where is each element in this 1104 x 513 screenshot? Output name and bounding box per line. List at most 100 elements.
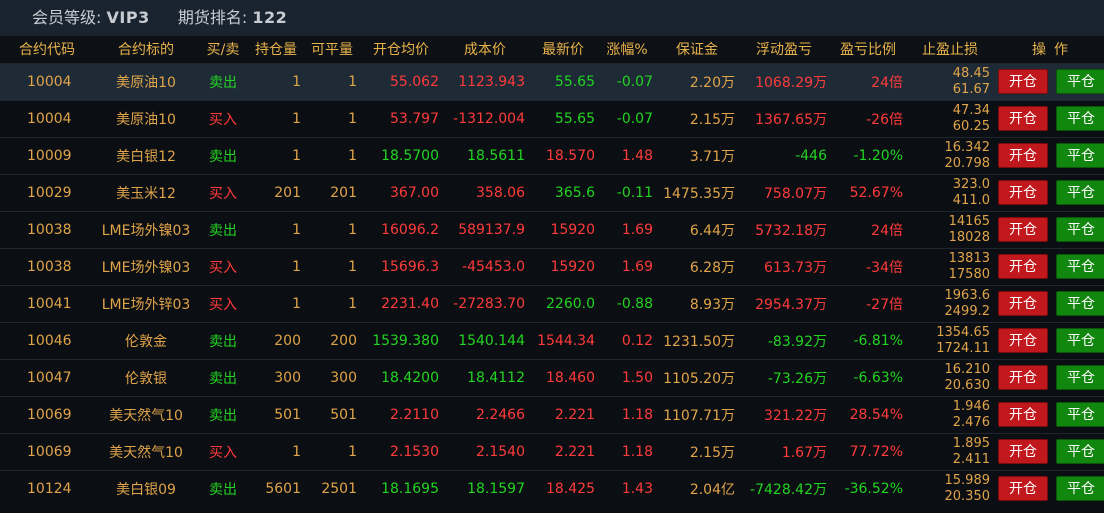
cell-closable: 1 (348, 147, 357, 164)
cell-closable: 1 (348, 73, 357, 90)
cell-change: 1.43 (621, 480, 653, 497)
cell-change: 1.18 (621, 443, 653, 460)
table-row[interactable]: 10124 美白银09 卖出 5601 2501 18.1695 18.1597 18.425… (0, 470, 1104, 507)
positions-table: 合约代码 合约标的 买/卖 持仓量 可平量 开仓均价 成本价 最新价 涨幅% 保… (0, 36, 1104, 507)
cell-stop: 13813 17580 (906, 248, 994, 285)
cell-open-avg: 367.00 (390, 184, 439, 201)
cell-code: 10029 (27, 184, 72, 201)
cell-margin: 2.15万 (689, 111, 735, 128)
cell-last: 365.6 (554, 184, 595, 201)
cell-stop: 15.989 20.350 (906, 470, 994, 507)
open-position-button[interactable]: 开仓 (998, 476, 1048, 502)
cell-closable: 2501 (321, 480, 357, 497)
cell-closable: 1 (348, 443, 357, 460)
col-header-name[interactable]: 合约标的 (94, 36, 198, 63)
cell-close-action: 平仓 (1052, 211, 1104, 248)
cell-close-action: 平仓 (1052, 137, 1104, 174)
cell-margin: 2.15万 (689, 444, 735, 461)
cell-change: -0.07 (616, 73, 653, 90)
cell-change: -0.07 (616, 110, 653, 127)
table-row[interactable]: 10047 伦敦银 卖出 300 300 18.4200 18.4112 18.460 1.50… (0, 359, 1104, 396)
cell-cost: 1540.144 (458, 332, 525, 349)
open-position-button[interactable]: 开仓 (998, 143, 1048, 168)
stop-loss-value: 18028 (948, 229, 990, 245)
cell-close-action: 平仓 (1052, 322, 1104, 359)
close-position-button[interactable]: 平仓 (1056, 143, 1104, 168)
open-position-button[interactable]: 开仓 (998, 254, 1048, 279)
col-header-margin[interactable]: 保证金 (656, 36, 738, 63)
col-header-side[interactable]: 买/卖 (198, 36, 248, 63)
cell-code: 10069 (27, 406, 72, 423)
cell-open-avg: 18.4200 (381, 369, 439, 386)
cell-margin: 1107.71万 (663, 407, 735, 424)
open-position-button[interactable]: 开仓 (998, 365, 1048, 390)
close-position-button[interactable]: 平仓 (1056, 476, 1104, 502)
cell-float-pl: 1.67万 (781, 444, 827, 461)
close-position-button[interactable]: 平仓 (1056, 291, 1104, 316)
open-position-button[interactable]: 开仓 (998, 291, 1048, 316)
cell-open-avg: 1539.380 (372, 332, 439, 349)
table-row[interactable]: 10029 美玉米12 买入 201 201 367.00 358.06 365.6 -0.11… (0, 174, 1104, 211)
col-header-cost[interactable]: 成本价 (442, 36, 528, 63)
col-header-op2: 作 (1054, 42, 1068, 59)
col-header-pl-ratio[interactable]: 盈亏比例 (830, 36, 906, 63)
close-position-button[interactable]: 平仓 (1056, 254, 1104, 279)
cell-open-action: 开仓 (994, 63, 1052, 100)
cell-last: 2.221 (554, 406, 595, 423)
col-header-last[interactable]: 最新价 (528, 36, 598, 63)
col-header-code[interactable]: 合约代码 (0, 36, 94, 63)
cell-stop: 47.34 60.25 (906, 100, 994, 137)
cell-open-avg: 15696.3 (381, 258, 439, 275)
table-row[interactable]: 10004 美原油10 卖出 1 1 55.062 1123.943 55.65 -0.07 2.… (0, 63, 1104, 100)
open-position-button[interactable]: 开仓 (998, 328, 1048, 353)
col-header-change[interactable]: 涨幅% (598, 36, 656, 63)
close-position-button[interactable]: 平仓 (1056, 402, 1104, 427)
table-row[interactable]: 10009 美白银12 卖出 1 1 18.5700 18.5611 18.570 1.48 3.… (0, 137, 1104, 174)
open-position-button[interactable]: 开仓 (998, 439, 1048, 464)
cell-code: 10004 (27, 73, 72, 90)
close-position-button[interactable]: 平仓 (1056, 106, 1104, 131)
cell-cost: 18.5611 (467, 147, 525, 164)
col-header-float-pl[interactable]: 浮动盈亏 (738, 36, 830, 63)
close-position-button[interactable]: 平仓 (1056, 328, 1104, 353)
cell-closable: 201 (330, 184, 357, 201)
close-position-button[interactable]: 平仓 (1056, 365, 1104, 390)
col-header-hold[interactable]: 持仓量 (248, 36, 304, 63)
cell-stop: 1.895 2.411 (906, 433, 994, 470)
table-row[interactable]: 10038 LME场外镍03 卖出 1 1 16096.2 589137.9 15920 1.6… (0, 211, 1104, 248)
table-header-row: 合约代码 合约标的 买/卖 持仓量 可平量 开仓均价 成本价 最新价 涨幅% 保… (0, 36, 1104, 63)
open-position-button[interactable]: 开仓 (998, 402, 1048, 427)
open-position-button[interactable]: 开仓 (998, 106, 1048, 131)
account-info-bar: 会员等级: VIP3 期货排名: 122 (0, 0, 1104, 36)
table-row[interactable]: 10041 LME场外锌03 买入 1 1 2231.40 -27283.70 2260.0 -… (0, 285, 1104, 322)
cell-name: 美白银09 (116, 481, 176, 498)
cell-float-pl: 321.22万 (764, 407, 827, 424)
col-header-open-avg[interactable]: 开仓均价 (360, 36, 442, 63)
cell-last: 1544.34 (537, 332, 595, 349)
table-row[interactable]: 10004 美原油10 买入 1 1 53.797 -1312.004 55.65 -0.07 2… (0, 100, 1104, 137)
close-position-button[interactable]: 平仓 (1056, 180, 1104, 205)
col-header-stop[interactable]: 止盈止损 (906, 36, 994, 63)
open-position-button[interactable]: 开仓 (998, 217, 1048, 242)
stop-profit-value: 323.0 (952, 176, 990, 192)
cell-close-action: 平仓 (1052, 285, 1104, 322)
table-row[interactable]: 10069 美天然气10 卖出 501 501 2.2110 2.2466 2.221 1.18… (0, 396, 1104, 433)
cell-close-action: 平仓 (1052, 174, 1104, 211)
stop-profit-value: 15.989 (944, 472, 991, 488)
cell-closable: 1 (348, 258, 357, 275)
close-position-button[interactable]: 平仓 (1056, 69, 1104, 94)
close-position-button[interactable]: 平仓 (1056, 439, 1104, 464)
cell-pl-ratio: -27倍 (866, 296, 903, 313)
table-row[interactable]: 10069 美天然气10 买入 1 1 2.1530 2.1540 2.221 1.18 2.15… (0, 433, 1104, 470)
col-header-closable[interactable]: 可平量 (304, 36, 360, 63)
close-position-button[interactable]: 平仓 (1056, 217, 1104, 242)
table-row[interactable]: 10046 伦敦金 卖出 200 200 1539.380 1540.144 1544.34 0… (0, 322, 1104, 359)
stop-loss-value: 17580 (948, 266, 990, 282)
cell-open-action: 开仓 (994, 470, 1052, 507)
cell-float-pl: 1068.29万 (755, 74, 827, 91)
open-position-button[interactable]: 开仓 (998, 69, 1048, 94)
cell-close-action: 平仓 (1052, 359, 1104, 396)
table-row[interactable]: 10038 LME场外镍03 买入 1 1 15696.3 -45453.0 15920 1.6… (0, 248, 1104, 285)
cell-last: 18.425 (546, 480, 595, 497)
open-position-button[interactable]: 开仓 (998, 180, 1048, 205)
